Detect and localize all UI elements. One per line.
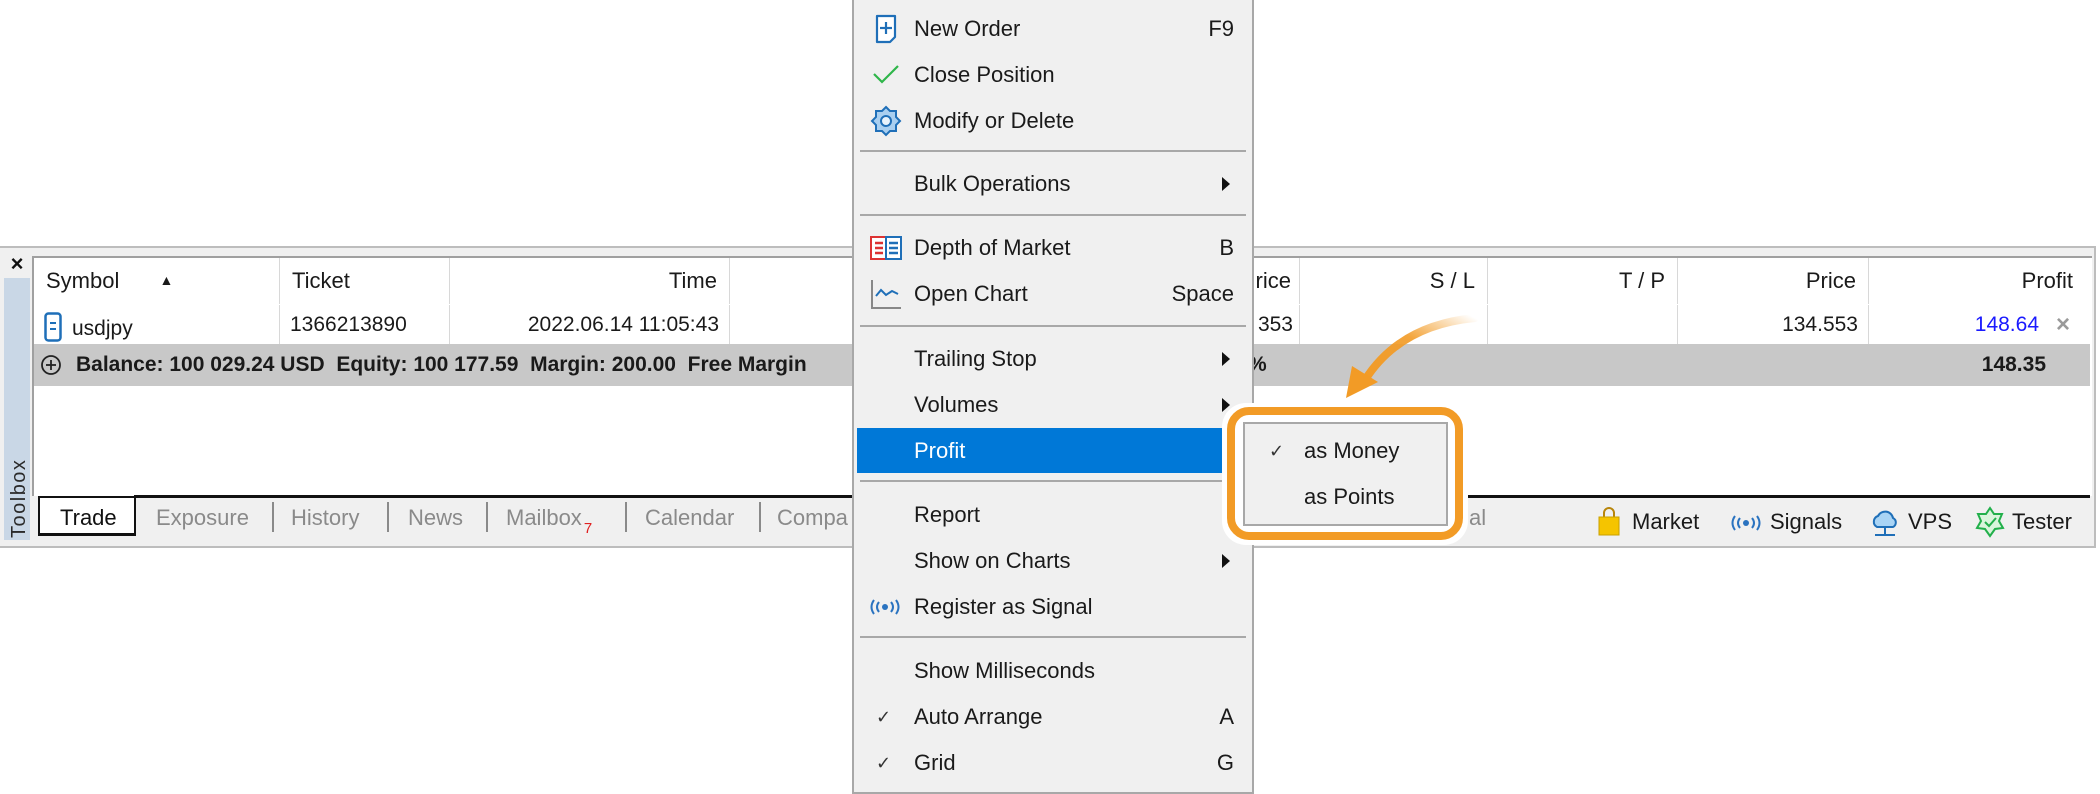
submenu-arrow-icon: [1222, 177, 1230, 191]
tab-separator: [387, 502, 389, 532]
column-header-ticket[interactable]: Ticket: [280, 258, 450, 304]
menu-item-report[interactable]: Report: [856, 493, 1250, 537]
tab-trade[interactable]: Trade: [60, 500, 117, 536]
table-row-time: 2022.06.14 11:05:43: [450, 305, 730, 344]
table-row-open-price: 353: [1250, 305, 1300, 344]
tab-separator: [625, 502, 627, 532]
checkmark-icon: ✓: [876, 753, 892, 773]
menu-item-auto-arrange[interactable]: ✓ Auto Arrange A: [856, 695, 1250, 739]
tab-separator: [272, 502, 274, 532]
toolbox-close-button[interactable]: ×: [6, 252, 28, 276]
table-row-price: 134.553: [1678, 305, 1869, 344]
menu-item-grid[interactable]: ✓ Grid G: [856, 741, 1250, 785]
tab-company[interactable]: Compa: [777, 500, 848, 536]
menu-item-open-chart[interactable]: Open Chart Space: [856, 272, 1250, 316]
column-header-price[interactable]: Price: [1678, 258, 1869, 304]
signal-icon: [870, 599, 900, 615]
new-order-icon: [875, 14, 897, 44]
menu-item-new-order[interactable]: New Order F9: [856, 7, 1250, 51]
column-header-tp[interactable]: T / P: [1488, 258, 1678, 304]
tab-mailbox[interactable]: Mailbox 7: [506, 500, 593, 537]
menu-item-trailing-stop[interactable]: Trailing Stop: [856, 337, 1250, 381]
menu-item-depth-of-market[interactable]: Depth of Market B: [856, 226, 1250, 270]
menu-separator: [860, 480, 1246, 482]
shopping-bag-icon: [1598, 507, 1620, 536]
signal-icon: [1731, 515, 1761, 531]
menu-item-profit[interactable]: Profit: [857, 428, 1223, 473]
submenu-arrow-icon: [1222, 554, 1230, 568]
tab-journal-partial[interactable]: al: [1469, 500, 1486, 536]
menu-item-show-milliseconds[interactable]: Show Milliseconds: [856, 649, 1250, 693]
close-icon: ×: [10, 251, 24, 276]
column-header-profit[interactable]: Profit: [1869, 258, 2085, 304]
close-position-icon[interactable]: ×: [2056, 305, 2070, 344]
table-row-symbol[interactable]: usdjpy: [34, 305, 280, 344]
submenu-item-as-money[interactable]: ✓ as Money: [1245, 428, 1446, 474]
submenu-arrow-icon: [1222, 352, 1230, 366]
checkmark-icon: ✓: [1269, 441, 1285, 461]
column-header-sl[interactable]: S / L: [1300, 258, 1488, 304]
tab-separator: [759, 502, 761, 532]
tester-star-icon: [1975, 506, 2005, 538]
chart-icon: [871, 280, 901, 309]
balance-summary-text: Balance: 100 029.24 USD Equity: 100 177.…: [76, 353, 807, 376]
table-row-profit: 148.64: [1974, 313, 2039, 336]
sort-ascending-icon: ▲: [159, 272, 174, 288]
checkmark-icon: [873, 65, 899, 84]
mailbox-unread-badge: 7: [583, 520, 593, 537]
depth-of-market-icon: [870, 236, 902, 260]
menu-item-show-on-charts[interactable]: Show on Charts: [856, 539, 1250, 583]
total-profit: 148.35: [1981, 353, 2046, 376]
tab-separator: [486, 502, 488, 532]
column-header-symbol[interactable]: Symbol ▲: [34, 258, 280, 304]
tab-calendar[interactable]: Calendar: [645, 500, 734, 536]
gear-icon: [870, 105, 902, 137]
menu-item-volumes[interactable]: Volumes: [856, 383, 1250, 427]
tab-exposure[interactable]: Exposure: [156, 500, 249, 536]
cloud-network-icon: [1872, 510, 1897, 536]
tab-market[interactable]: Market: [1597, 505, 1709, 539]
tab-news[interactable]: News: [408, 500, 463, 536]
position-icon: [44, 312, 62, 342]
tab-tester[interactable]: Tester: [1974, 505, 2078, 539]
table-row-tp: [1488, 305, 1678, 344]
menu-item-close-position[interactable]: Close Position: [856, 53, 1250, 97]
column-header-time[interactable]: Time: [450, 258, 730, 304]
menu-separator: [860, 325, 1246, 327]
tab-history[interactable]: History: [291, 500, 359, 536]
menu-separator: [860, 150, 1246, 152]
menu-item-bulk-operations[interactable]: Bulk Operations: [856, 162, 1250, 206]
column-header-open-price[interactable]: rice: [1250, 258, 1300, 304]
expand-plus-circle-icon[interactable]: [40, 354, 62, 376]
annotation-arrow-icon: [1346, 314, 1479, 398]
submenu-item-as-points[interactable]: as Points: [1245, 474, 1446, 520]
checkmark-icon: ✓: [876, 707, 892, 727]
menu-item-register-as-signal[interactable]: Register as Signal: [856, 585, 1250, 629]
table-row-ticket: 1366213890: [280, 305, 450, 344]
menu-item-modify-or-delete[interactable]: Modify or Delete: [856, 99, 1250, 143]
tab-signals[interactable]: Signals: [1729, 505, 1847, 539]
toolbox-vertical-label: Toolbox: [8, 458, 30, 538]
menu-separator: [860, 214, 1246, 216]
menu-separator: [860, 636, 1246, 638]
tab-vps[interactable]: VPS: [1869, 505, 1952, 539]
